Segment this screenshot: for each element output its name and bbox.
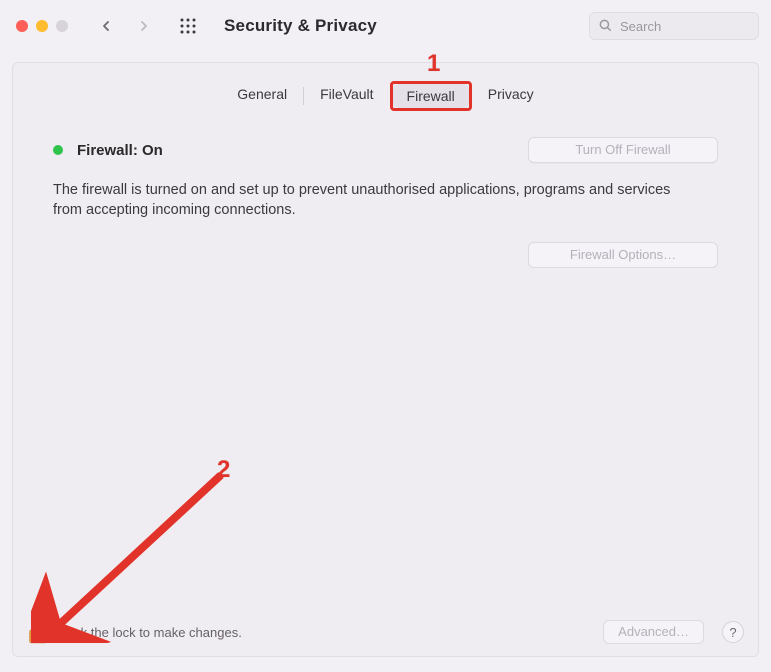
window-title: Security & Privacy [224,16,377,36]
tab-filevault[interactable]: FileVault [304,81,389,111]
tab-firewall[interactable]: Firewall [393,84,469,108]
help-button[interactable]: ? [722,621,744,643]
search-field[interactable] [589,12,759,40]
firewall-status-label: Firewall: On [77,142,163,159]
annotation-highlight-1: Firewall [390,81,472,111]
lock-icon[interactable] [27,619,49,645]
show-all-icon[interactable] [174,12,202,40]
status-indicator-icon [53,145,63,155]
advanced-button[interactable]: Advanced… [603,620,704,644]
minimize-window-button[interactable] [36,20,48,32]
annotation-step-2: 2 [217,456,230,484]
firewall-status-row: Firewall: On Turn Off Firewall [53,137,718,163]
search-input[interactable] [618,18,750,35]
turn-off-firewall-button[interactable]: Turn Off Firewall [528,137,718,163]
search-icon [598,18,612,35]
titlebar: Security & Privacy [0,0,771,52]
back-button[interactable] [92,12,120,40]
forward-button[interactable] [130,12,158,40]
tab-general[interactable]: General [221,81,303,111]
firewall-options-button[interactable]: Firewall Options… [528,242,718,268]
bottom-bar: Click the lock to make changes. Advanced… [13,608,758,656]
preferences-panel: General FileVault Firewall Privacy Firew… [12,62,759,657]
annotation-step-1: 1 [427,50,440,78]
tab-privacy[interactable]: Privacy [472,81,550,111]
zoom-window-button[interactable] [56,20,68,32]
firewall-description: The firewall is turned on and set up to … [53,181,693,220]
firewall-pane: Firewall: On Turn Off Firewall The firew… [13,111,758,268]
lock-help-text: Click the lock to make changes. [59,625,242,640]
tab-bar: General FileVault Firewall Privacy [13,81,758,111]
close-window-button[interactable] [16,20,28,32]
traffic-lights [16,20,68,32]
